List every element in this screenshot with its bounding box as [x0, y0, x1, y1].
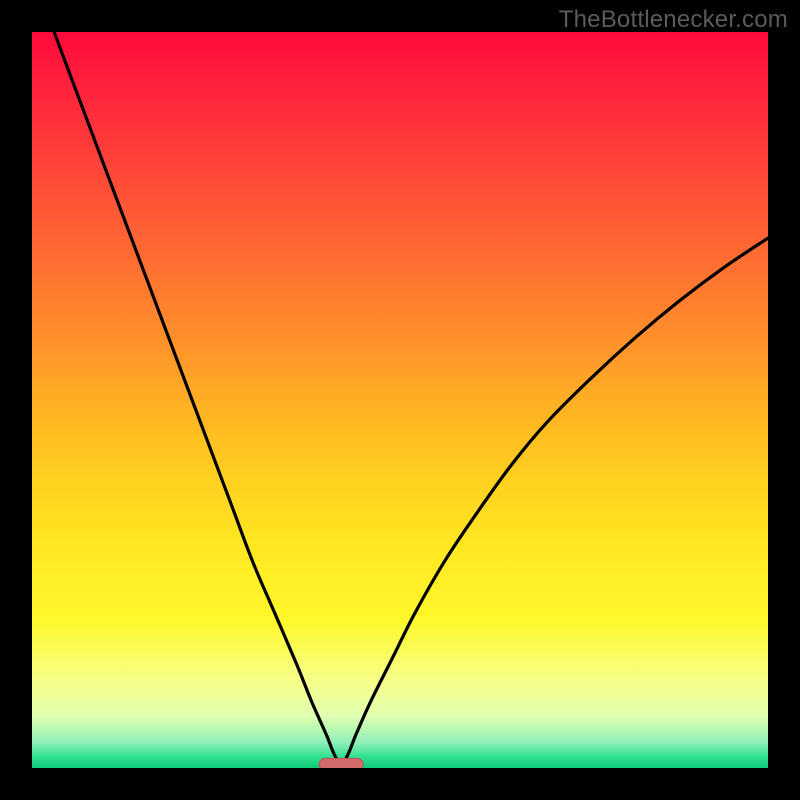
gradient-background — [32, 32, 768, 768]
minimum-marker — [319, 758, 363, 768]
watermark-text: TheBottlenecker.com — [559, 6, 788, 34]
chart-svg — [32, 32, 768, 768]
outer-frame: TheBottlenecker.com — [0, 0, 800, 800]
plot-area — [32, 32, 768, 768]
